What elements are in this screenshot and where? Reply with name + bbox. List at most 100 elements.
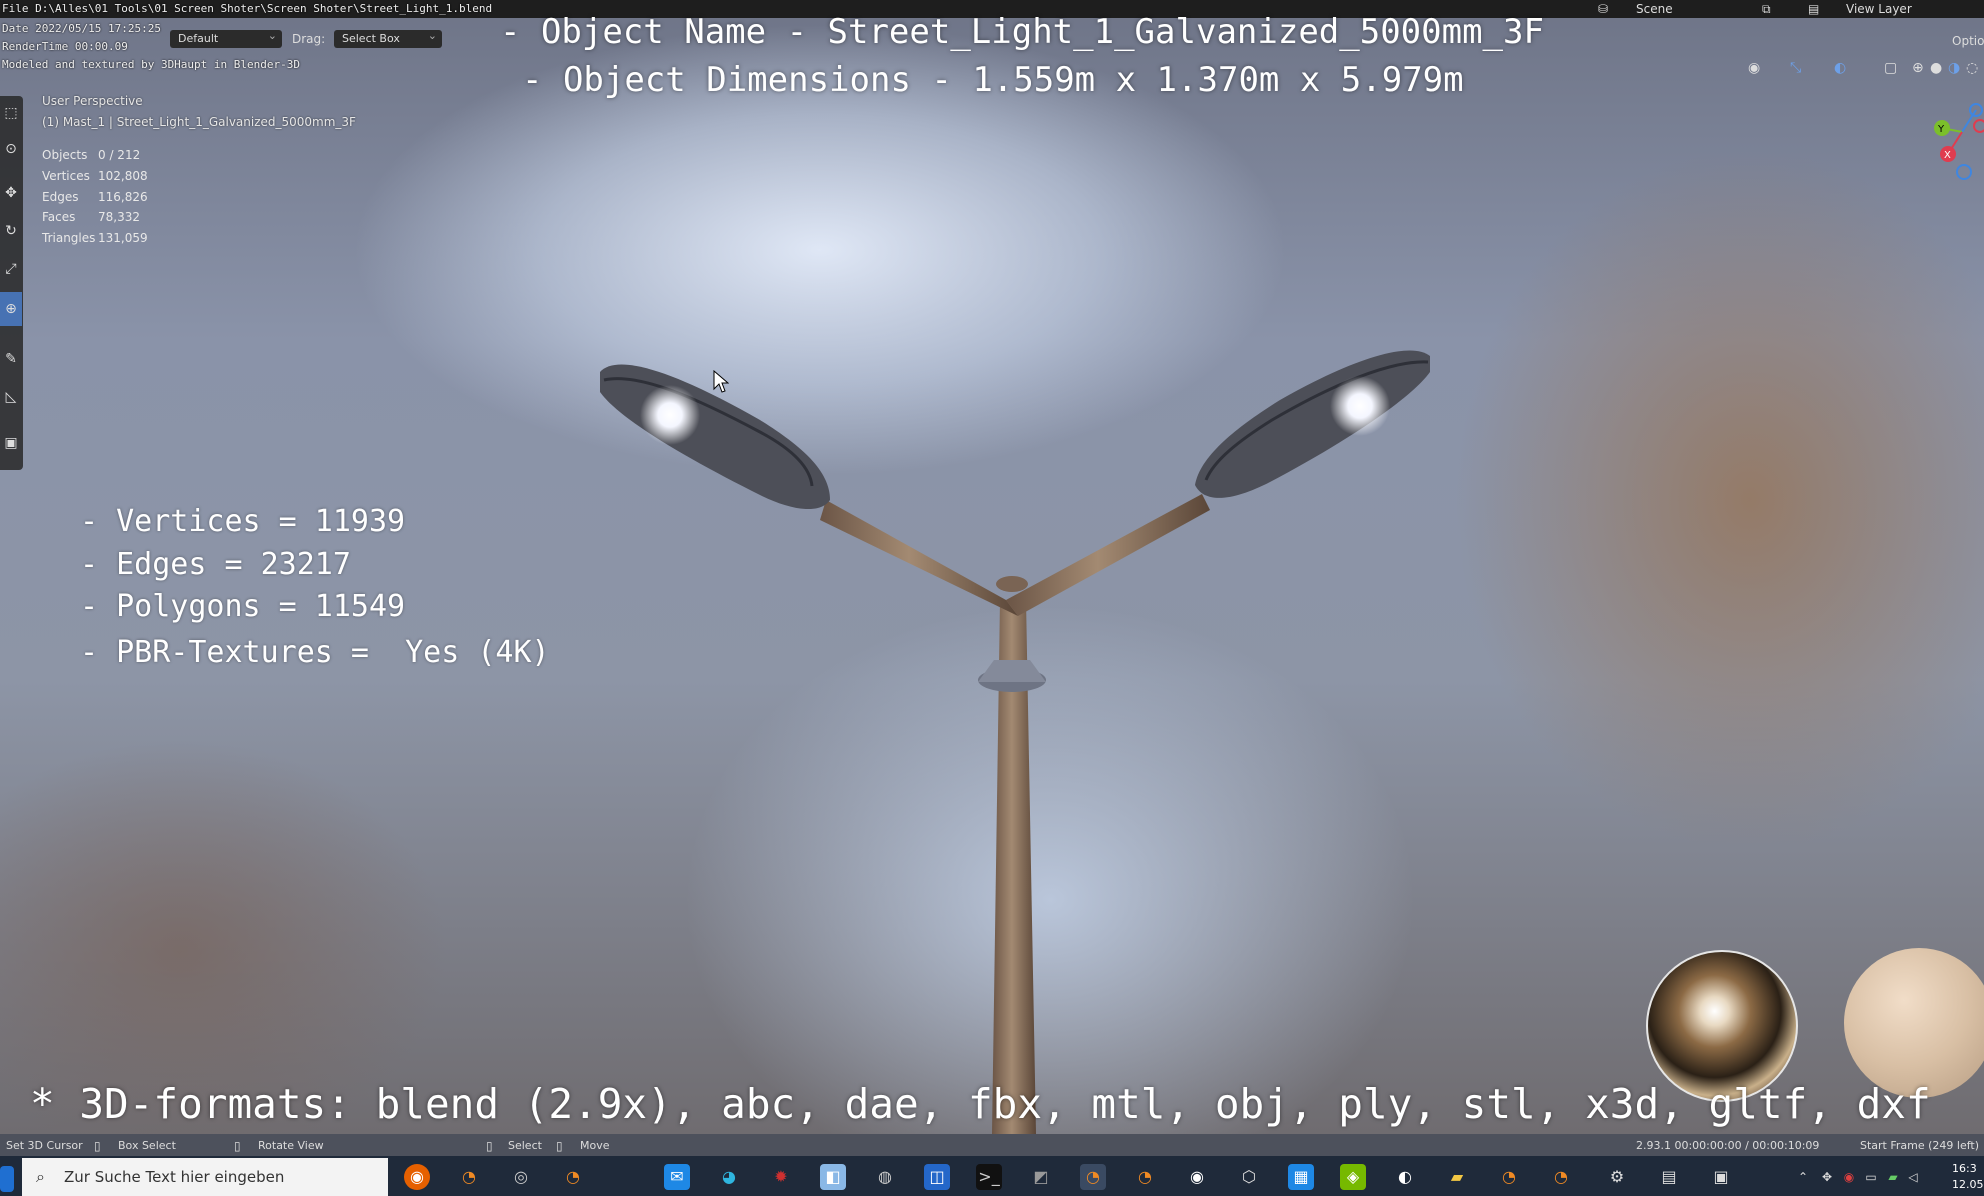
move-tool-icon[interactable]: ✥ bbox=[0, 176, 22, 210]
calendar-icon[interactable]: ▦ bbox=[1288, 1164, 1314, 1190]
status-version-time: 2.93.1 00:00:00:00 / 00:00:10:09 bbox=[1636, 1139, 1820, 1152]
select-box-tool-icon[interactable]: ⬚ bbox=[0, 96, 22, 130]
scale-tool-icon[interactable]: ⤢ bbox=[0, 252, 22, 286]
tool-shelf: ⬚ ⊙ ✥ ↻ ⤢ ⊕ ✎ ◺ ▣ bbox=[0, 96, 23, 470]
cube-app-icon[interactable]: ⬡ bbox=[1236, 1164, 1262, 1190]
view-perspective-label: User Perspective bbox=[42, 94, 143, 108]
xray-icon[interactable]: ▢ bbox=[1884, 60, 1897, 76]
search-placeholder: Zur Suche Text hier eingeben bbox=[64, 1168, 285, 1186]
tray-chevron-up-icon[interactable]: ⌃ bbox=[1790, 1164, 1816, 1190]
nvidia-icon[interactable]: ◈ bbox=[1340, 1164, 1366, 1190]
spec-pbr-textures: - PBR-Textures = Yes (4K) bbox=[80, 635, 550, 670]
render-time-stamp: RenderTime 00:00.09 bbox=[2, 40, 128, 53]
blender-icon-5[interactable]: ◔ bbox=[1548, 1164, 1574, 1190]
stat-label: Edges bbox=[42, 190, 79, 204]
view-layer-selector[interactable]: View Layer bbox=[1846, 2, 1912, 16]
view-layer-icon[interactable]: ▤ bbox=[1808, 2, 1819, 16]
windows-taskbar: ⌕ Zur Suche Text hier eingeben ◉ ◔ ◎ ◔ ✉… bbox=[0, 1156, 1984, 1196]
mouse-cursor-icon bbox=[713, 370, 729, 393]
status-rotate-view: Rotate View bbox=[258, 1139, 324, 1152]
scene-selector-icon[interactable]: ⛁ bbox=[1598, 2, 1608, 16]
stat-value: 0 / 212 bbox=[98, 148, 141, 162]
status-bar: Set 3D Cursor ▯ Box Select ▯ Rotate View… bbox=[0, 1134, 1984, 1156]
network-app-icon[interactable]: ▤ bbox=[1656, 1164, 1682, 1190]
transform-orientation-dropdown[interactable]: Default bbox=[170, 27, 282, 48]
blender-icon-3[interactable]: ◔ bbox=[1132, 1164, 1158, 1190]
wireframe-shading-icon[interactable]: ⊕ bbox=[1912, 60, 1924, 76]
mail-icon[interactable]: ✉ bbox=[664, 1164, 690, 1190]
stat-edges: Edges 116,826 bbox=[42, 190, 148, 204]
overlay-toggle-icon[interactable]: ◐ bbox=[1834, 60, 1846, 76]
gizmo-toggle-icon[interactable]: ⤡ bbox=[1790, 60, 1801, 76]
stat-triangles: Triangles 131,059 bbox=[42, 231, 148, 245]
status-start-frame: Start Frame (249 left) bbox=[1860, 1139, 1980, 1152]
file-explorer-icon[interactable]: ▰ bbox=[1444, 1164, 1470, 1190]
active-object-label: (1) Mast_1 | Street_Light_1_Galvanized_5… bbox=[42, 115, 356, 129]
stat-objects: Objects 0 / 212 bbox=[42, 148, 140, 162]
clock-time[interactable]: 16:3 bbox=[1952, 1162, 1984, 1175]
stat-faces: Faces 78,332 bbox=[42, 210, 140, 224]
stat-label: Faces bbox=[42, 210, 76, 224]
solid-shading-icon[interactable]: ● bbox=[1930, 60, 1942, 76]
credit-stamp: Modeled and textured by 3DHaupt in Blend… bbox=[2, 58, 301, 71]
blender-icon-4[interactable]: ◔ bbox=[1496, 1164, 1522, 1190]
formats-caption: * 3D-formats: blend (2.9x), abc, dae, fb… bbox=[30, 1080, 1931, 1128]
terminal-icon[interactable]: >_ bbox=[976, 1164, 1002, 1190]
settings-gear-icon[interactable]: ⚙ bbox=[1604, 1164, 1630, 1190]
blender-icon-2[interactable]: ◔ bbox=[560, 1164, 586, 1190]
obs-icon[interactable]: ◎ bbox=[508, 1164, 534, 1190]
navigation-gizmo[interactable]: Y X bbox=[1928, 98, 1984, 184]
app-store-icon[interactable]: ◫ bbox=[924, 1164, 950, 1190]
transform-tool-icon[interactable]: ⊕ bbox=[0, 292, 22, 326]
search-icon: ⌕ bbox=[36, 1167, 45, 1186]
3d-viewport[interactable]: File D:\Alles\01 Tools\01 Screen Shoter\… bbox=[0, 0, 1984, 1134]
app-grey-icon[interactable]: ◩ bbox=[1028, 1164, 1054, 1190]
drag-value: Select Box bbox=[342, 32, 400, 45]
measure-tool-icon[interactable]: ◺ bbox=[0, 380, 22, 414]
date-stamp: Date 2022/05/15 17:25:25 bbox=[2, 22, 161, 35]
blender-icon[interactable]: ◔ bbox=[456, 1164, 482, 1190]
stat-value: 102,808 bbox=[98, 169, 148, 183]
gizmo-y-label: Y bbox=[1937, 124, 1945, 135]
clock-date[interactable]: 12.05 bbox=[1952, 1178, 1984, 1191]
tray-volume-icon[interactable]: ◁ bbox=[1900, 1164, 1926, 1190]
orientation-label: Default bbox=[178, 32, 219, 45]
rendered-shading-icon[interactable]: ◌ bbox=[1966, 60, 1978, 76]
stat-value: 78,332 bbox=[98, 210, 140, 224]
material-shading-icon[interactable]: ◑ bbox=[1948, 60, 1960, 76]
firefox-icon[interactable]: ◉ bbox=[404, 1164, 430, 1190]
start-button-icon[interactable] bbox=[0, 1166, 14, 1192]
object-name-caption: - Object Name - Street_Light_1_Galvanize… bbox=[500, 12, 1544, 52]
mouse-left-icon-2: ▯ bbox=[486, 1139, 493, 1153]
scene-selector[interactable]: Scene bbox=[1636, 2, 1673, 16]
annotate-tool-icon[interactable]: ✎ bbox=[0, 342, 22, 376]
mouse-middle-icon: ▯ bbox=[234, 1139, 241, 1153]
status-box-select: Box Select bbox=[118, 1139, 176, 1152]
app-red-icon[interactable]: ✹ bbox=[768, 1164, 794, 1190]
app-blue-icon[interactable]: ◧ bbox=[820, 1164, 846, 1190]
blender-active-icon[interactable]: ◔ bbox=[1080, 1164, 1106, 1190]
options-menu[interactable]: Optio bbox=[1952, 34, 1984, 48]
drag-select-dropdown[interactable]: Select Box bbox=[334, 27, 442, 48]
visibility-icon[interactable]: ◉ bbox=[1748, 60, 1760, 76]
rotate-tool-icon[interactable]: ↻ bbox=[0, 214, 22, 248]
stat-vertices: Vertices 102,808 bbox=[42, 169, 148, 183]
status-select: Select bbox=[508, 1139, 542, 1152]
taskbar-search-box[interactable]: ⌕ Zur Suche Text hier eingeben bbox=[22, 1158, 388, 1196]
app-brain-icon[interactable]: ◍ bbox=[872, 1164, 898, 1190]
spec-edges: - Edges = 23217 bbox=[80, 547, 351, 582]
app-panda-icon[interactable]: ◉ bbox=[1184, 1164, 1210, 1190]
stat-value: 116,826 bbox=[98, 190, 148, 204]
drag-label: Drag: bbox=[292, 32, 326, 46]
hdri-diffuse-sphere bbox=[1844, 948, 1984, 1098]
stat-label: Triangles bbox=[42, 231, 96, 245]
new-scene-icon[interactable]: ⧉ bbox=[1762, 2, 1771, 17]
status-move: Move bbox=[580, 1139, 610, 1152]
cursor-tool-icon[interactable]: ⊙ bbox=[0, 132, 22, 166]
app-disc-icon[interactable]: ◐ bbox=[1392, 1164, 1418, 1190]
object-dimensions-caption: - Object Dimensions - 1.559m x 1.370m x … bbox=[522, 60, 1464, 100]
edge-icon[interactable]: ◕ bbox=[716, 1164, 742, 1190]
app-window-icon[interactable]: ▣ bbox=[1708, 1164, 1734, 1190]
spec-polygons: - Polygons = 11549 bbox=[80, 589, 406, 624]
add-cube-tool-icon[interactable]: ▣ bbox=[0, 426, 22, 460]
